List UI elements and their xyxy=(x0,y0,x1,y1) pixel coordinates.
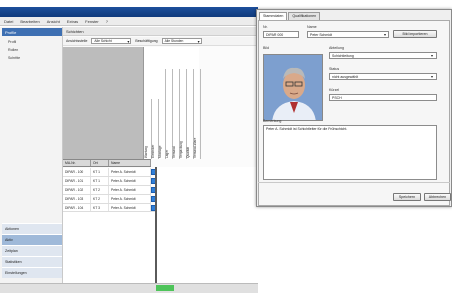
cell-id: DIPAR - 100 xyxy=(63,168,91,176)
table-row[interactable]: DIPAR - 102 KT 2 Peter A. Schmidt xyxy=(63,186,151,195)
menu-edit[interactable]: Bearbeiten xyxy=(20,19,39,24)
name-field[interactable]: Peter Schmidt xyxy=(307,31,389,38)
empty-header-area xyxy=(63,47,143,159)
field1-combo[interactable]: Schichtleitung xyxy=(329,52,437,59)
filter2-label: Beschäftigung xyxy=(135,39,158,43)
save-button[interactable]: Speichern xyxy=(393,193,421,201)
cell-id: DIPAR - 102 xyxy=(63,186,91,194)
menu-window[interactable]: Fenster xyxy=(85,19,99,24)
id-label: Nr. xyxy=(263,25,268,29)
sidebar-nav-zeitplan[interactable]: Zeitplan xyxy=(2,245,62,256)
cell-name: Peter A. Schmidt xyxy=(109,186,151,194)
sidebar-nav-einstellungen[interactable]: Einstellungen xyxy=(2,267,62,278)
sidebar: Profile Profil Rollen Schritte Aktionen … xyxy=(0,27,63,283)
filter-bar: Ansichtsstelle Alle Schicht Beschäftigun… xyxy=(63,37,258,46)
cell-name: Peter A. Schmidt xyxy=(109,168,151,176)
table-row[interactable]: DIPAR - 103 KT 2 Peter A. Schmidt xyxy=(63,195,151,204)
chevron-down-icon[interactable]: ▾ xyxy=(384,32,386,37)
edit-employee-dialog: Stammdaten Qualifikationen Nr. DIPAR 000… xyxy=(256,9,452,207)
filter2-combo[interactable]: Alle Stunden xyxy=(161,38,202,44)
cell-name: Peter A. Schmidt xyxy=(109,177,151,185)
cell-name: Peter A. Schmidt xyxy=(109,195,151,203)
sidebar-item-rollen[interactable]: Rollen xyxy=(8,48,18,52)
table-row[interactable]: DIPAR - 101 KT 1 Peter A. Schmidt xyxy=(63,177,151,186)
table-empty-area xyxy=(63,211,155,283)
sidebar-item-schritte[interactable]: Schritte xyxy=(8,56,20,60)
import-photo-button[interactable]: Bild importieren xyxy=(393,30,437,38)
menu-extras[interactable]: Extras xyxy=(67,19,78,24)
cell-ort: KT 2 xyxy=(91,186,109,194)
id-field[interactable]: DIPAR 000 xyxy=(263,31,299,38)
field3-label: Kürzel xyxy=(329,88,340,92)
menu-view[interactable]: Ansicht xyxy=(47,19,60,24)
filter-label: Ansichtsstelle xyxy=(66,39,88,43)
status-bar xyxy=(0,283,258,293)
menu-bar: Datei Bearbeiten Ansicht Extras Fenster … xyxy=(0,17,258,26)
field3-field[interactable]: PSCH xyxy=(329,94,437,101)
col-header-ort[interactable]: Ort xyxy=(91,160,109,166)
filter-combo[interactable]: Alle Schicht xyxy=(91,38,132,44)
cell-ort: KT 2 xyxy=(91,195,109,203)
dialog-tabs: Stammdaten Qualifikationen xyxy=(259,12,321,20)
col-header-name[interactable]: Name xyxy=(109,160,151,166)
dialog-divider xyxy=(258,182,450,183)
field2-label: Status xyxy=(329,67,340,71)
photo-label: Bild xyxy=(263,46,269,50)
chevron-down-icon[interactable]: ▾ xyxy=(431,53,433,58)
menu-file[interactable]: Datei xyxy=(4,19,13,24)
sidebar-header: Profile xyxy=(2,28,62,36)
tab-qualifikationen[interactable]: Qualifikationen xyxy=(288,12,321,20)
cell-id: DIPAR - 103 xyxy=(63,195,91,203)
matrix-col: Versand-Ware xyxy=(193,69,201,159)
matrix-column-headers: Wartung Elektriker Montage Lager Versand… xyxy=(143,47,201,159)
sidebar-nav-aktionen[interactable]: Aktionen xyxy=(2,223,62,234)
field2-combo[interactable]: nicht ausgewählt xyxy=(329,73,437,80)
col-header-id[interactable]: MA-Nr. xyxy=(63,160,91,166)
menu-help[interactable]: ? xyxy=(106,19,108,24)
sidebar-nav-statistiken[interactable]: Statistiken xyxy=(2,256,62,267)
notes-label: Bemerkung xyxy=(263,119,282,123)
schedule-grid[interactable] xyxy=(155,167,258,283)
tab-stammdaten[interactable]: Stammdaten xyxy=(259,12,288,20)
table-header: MA-Nr. Ort Name xyxy=(63,159,151,167)
cell-ort: KT 1 xyxy=(91,168,109,176)
name-label: Name xyxy=(307,25,317,29)
panel-title: Schichten xyxy=(63,27,258,36)
cell-ort: KT 1 xyxy=(91,177,109,185)
table-row[interactable]: DIPAR - 100 KT 1 Peter A. Schmidt xyxy=(63,168,151,177)
status-indicator xyxy=(156,285,174,291)
sidebar-nav-aktiv[interactable]: Aktiv xyxy=(2,234,62,245)
sidebar-item-profil[interactable]: Profil xyxy=(8,40,16,44)
field1-label: Abteilung xyxy=(329,46,344,50)
window-titlebar xyxy=(0,7,258,17)
cancel-button[interactable]: Abbrechen xyxy=(424,193,451,201)
notes-textarea[interactable]: Peter A. Schmidt ist Schichtleiter für d… xyxy=(263,125,437,180)
employee-photo xyxy=(263,54,323,121)
cell-id: DIPAR - 101 xyxy=(63,177,91,185)
main-panel: Schichten Ansichtsstelle Alle Schicht Be… xyxy=(63,27,258,283)
chevron-down-icon[interactable]: ▾ xyxy=(431,74,433,79)
